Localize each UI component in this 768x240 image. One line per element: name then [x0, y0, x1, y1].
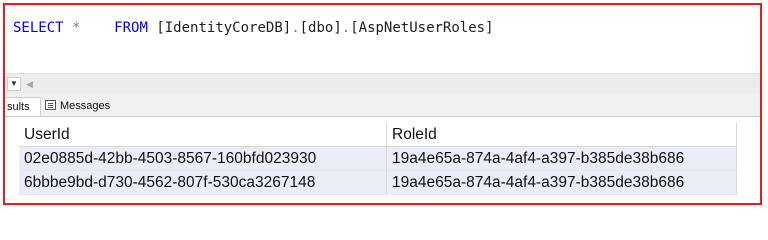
results-grid-area: UserId RoleId 02e0885d-42bb-4503-8567-16…: [5, 117, 760, 203]
grid-header-row: UserId RoleId: [19, 123, 737, 147]
select-keyword: SELECT: [13, 20, 64, 36]
from-keyword: FROM: [114, 20, 148, 36]
dot-separator: .: [291, 20, 300, 36]
results-tab-bar: sults Messages: [5, 94, 760, 117]
cell-roleid[interactable]: 19a4e65a-874a-4af4-a397-b385de38b686: [386, 170, 737, 195]
table-row: 02e0885d-42bb-4503-8567-160bfd023930 19a…: [19, 146, 737, 171]
cell-userid[interactable]: 02e0885d-42bb-4503-8567-160bfd023930: [19, 146, 387, 171]
cell-userid[interactable]: 6bbbe9bd-d730-4562-807f-530ca3267148: [19, 170, 387, 195]
database-name: [IdentityCoreDB]: [156, 20, 292, 36]
tab-messages-label: Messages: [60, 100, 111, 112]
cell-roleid[interactable]: 19a4e65a-874a-4af4-a397-b385de38b686: [386, 146, 737, 171]
tab-messages[interactable]: Messages: [43, 97, 110, 116]
dot-separator: .: [341, 20, 351, 36]
column-header-userid[interactable]: UserId: [19, 123, 387, 147]
tab-results-label: sults: [7, 101, 30, 113]
messages-icon: [45, 100, 56, 110]
sql-statement: SELECT * FROM [IdentityCoreDB].[dbo].[As…: [13, 20, 494, 36]
column-header-roleid[interactable]: RoleId: [386, 123, 737, 147]
arrow-left-icon[interactable]: ◀: [26, 79, 33, 90]
query-editor[interactable]: SELECT * FROM [IdentityCoreDB].[dbo].[As…: [5, 5, 760, 73]
editor-horizontal-scrollbar[interactable]: ▼ ◀: [5, 73, 760, 95]
chevron-down-icon[interactable]: ▼: [7, 77, 21, 91]
table-name: [AspNetUserRoles]: [350, 20, 494, 36]
results-grid: UserId RoleId 02e0885d-42bb-4503-8567-16…: [19, 123, 737, 195]
screenshot-frame: SELECT * FROM [IdentityCoreDB].[dbo].[As…: [3, 3, 762, 205]
table-row: 6bbbe9bd-d730-4562-807f-530ca3267148 19a…: [19, 170, 737, 195]
star-token: *: [72, 20, 81, 36]
tab-results[interactable]: sults: [5, 97, 41, 116]
schema-name: [dbo]: [299, 20, 342, 36]
